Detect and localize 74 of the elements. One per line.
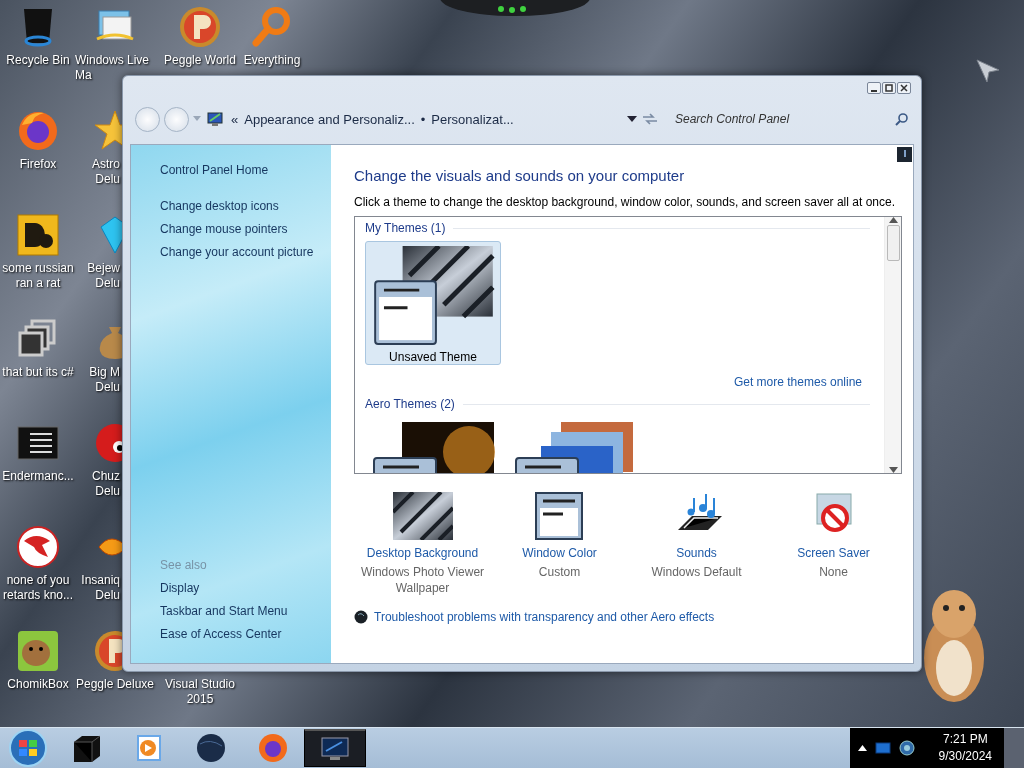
dropdown-icon[interactable] bbox=[627, 116, 637, 122]
desktop-icon-label[interactable]: Insaniq Delu bbox=[78, 573, 120, 603]
setting-value: Windows Default bbox=[651, 564, 742, 580]
setting-link[interactable]: Sounds bbox=[676, 546, 717, 560]
desktop-icon-label[interactable]: Firefox bbox=[0, 157, 78, 172]
setting-link[interactable]: Screen Saver bbox=[797, 546, 870, 560]
action-center-icon[interactable] bbox=[874, 742, 891, 754]
breadcrumb-item[interactable]: Personalizat... bbox=[431, 111, 514, 127]
dots-icon bbox=[497, 5, 527, 13]
desktop-icon-label[interactable]: some russian ran a rat bbox=[0, 261, 78, 291]
help-icon[interactable] bbox=[897, 147, 912, 162]
desktop-icon-label[interactable]: Chuz Delu bbox=[78, 469, 120, 499]
troubleshoot-link[interactable]: Troubleshoot problems with transparency and other Aero effects bbox=[374, 610, 715, 624]
speaker-icon[interactable] bbox=[898, 740, 915, 756]
breadcrumb-item[interactable]: Appearance and Personaliz... bbox=[244, 111, 415, 127]
sidebar-link[interactable]: Change mouse pointers bbox=[160, 218, 331, 241]
setting-value: Custom bbox=[538, 564, 581, 580]
theme-tile[interactable]: Unsaved Theme bbox=[365, 241, 501, 365]
desktop-icon-label[interactable]: none of you retards kno... bbox=[0, 573, 78, 603]
desktop-icon-label[interactable]: Windows Live Ma bbox=[75, 53, 153, 83]
setting-link[interactable]: Desktop Background bbox=[366, 546, 479, 560]
sidebar-link[interactable]: Control Panel Home bbox=[160, 159, 331, 182]
breadcrumb-separator[interactable]: • bbox=[420, 111, 426, 127]
hamster-icon[interactable] bbox=[16, 629, 60, 673]
desktop-icon-label[interactable]: Visual Studio 2015 bbox=[160, 677, 240, 707]
scroll-bar[interactable] bbox=[884, 217, 901, 473]
group-heading: Aero Themes (2) bbox=[365, 397, 455, 411]
windows-orb-icon bbox=[9, 729, 47, 767]
ball-icon[interactable] bbox=[178, 5, 222, 49]
see-also-heading: See also bbox=[160, 557, 208, 574]
control-panel-icon bbox=[207, 111, 225, 127]
desktop-icon-label[interactable]: ChomikBox bbox=[0, 677, 78, 692]
desktop-icon-label[interactable]: Big M Delu bbox=[78, 365, 120, 395]
desktop-icon-label[interactable]: Astro Delu bbox=[78, 157, 120, 187]
wallpaper-icon[interactable] bbox=[392, 492, 453, 540]
sidebar-link[interactable]: Taskbar and Start Menu bbox=[160, 600, 331, 623]
globe-icon bbox=[354, 610, 368, 624]
clock[interactable]: 7:21 PM 9/30/2024 bbox=[938, 731, 992, 765]
search-icon[interactable] bbox=[895, 112, 909, 126]
breadcrumb-chevron[interactable]: « bbox=[231, 111, 239, 127]
desktop-icon-label[interactable]: Bejew Delu bbox=[78, 261, 120, 291]
desktop-icon-label[interactable]: Peggle World bbox=[160, 53, 240, 68]
group-heading: My Themes (1) bbox=[365, 221, 446, 235]
square-logo-icon[interactable] bbox=[16, 213, 60, 257]
creature-icon[interactable] bbox=[93, 421, 122, 465]
sidebar-link[interactable]: Display bbox=[160, 577, 331, 600]
desktop-icon-label[interactable]: Peggle Deluxe bbox=[75, 677, 155, 692]
lizard-circle-icon[interactable] bbox=[16, 525, 60, 569]
show-hidden-icons-icon[interactable] bbox=[857, 745, 867, 751]
address-bar[interactable]: « Appearance and Personaliz... • Personalizat... bbox=[205, 107, 637, 131]
setting-value: None bbox=[819, 564, 848, 580]
clock-time: 7:21 PM bbox=[942, 731, 988, 748]
setting-value: Windows Photo Viewer Wallpaper bbox=[359, 564, 486, 596]
sidebar-link[interactable]: Change desktop icons bbox=[160, 195, 331, 218]
dark-globe-icon bbox=[194, 732, 228, 764]
sidebar-link[interactable]: Ease of Access Center bbox=[160, 623, 331, 646]
search-field[interactable]: Search Control Panel bbox=[673, 111, 891, 127]
fox-globe-icon[interactable] bbox=[16, 109, 60, 153]
taskbar-button[interactable] bbox=[304, 729, 366, 767]
themes-link[interactable]: Get more themes online bbox=[733, 375, 862, 389]
description-text: Click a theme to change the desktop background, window color, sounds, and screen saver all at once. bbox=[354, 195, 896, 209]
setting-link[interactable]: Window Color bbox=[522, 546, 597, 560]
down-arrow-icon[interactable] bbox=[888, 467, 898, 473]
fox-globe-icon bbox=[256, 732, 290, 764]
window-icon[interactable] bbox=[534, 492, 585, 540]
scroll-thumb[interactable] bbox=[886, 225, 900, 261]
star-icon[interactable] bbox=[93, 109, 122, 153]
sidebar-link[interactable]: Change your account picture bbox=[160, 241, 331, 264]
pointer-icon bbox=[975, 58, 1001, 84]
clock-date: 9/30/2024 bbox=[938, 748, 992, 765]
desktop-icon-label[interactable]: that but its c# bbox=[0, 365, 78, 380]
desktop-icon-label[interactable]: Endermanc... bbox=[0, 469, 78, 484]
page-heading: Change the visuals and sounds on your computer bbox=[354, 167, 686, 184]
up-arrow-icon[interactable] bbox=[888, 217, 898, 223]
